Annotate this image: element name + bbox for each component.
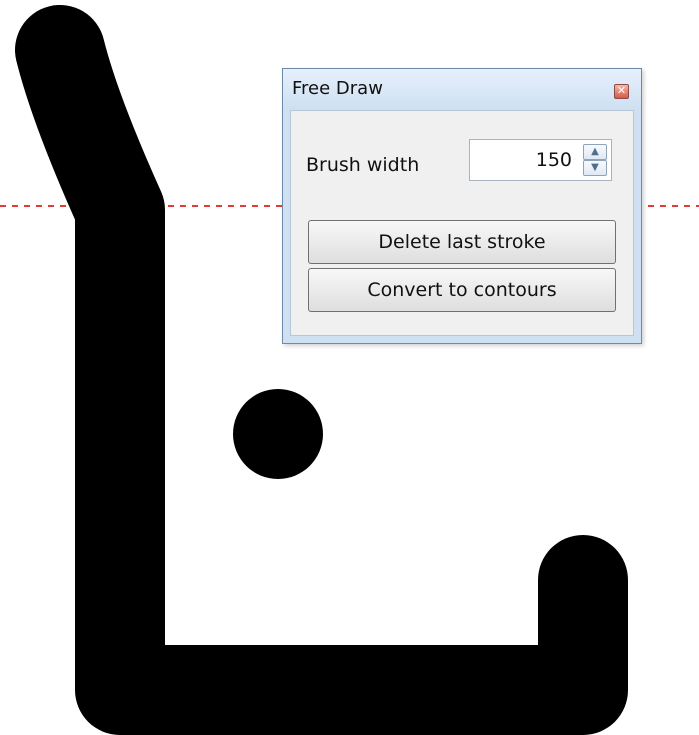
close-icon: ✕ — [616, 84, 627, 97]
chevron-down-icon: ▼ — [591, 162, 599, 173]
brush-width-label: Brush width — [306, 154, 420, 176]
brush-width-spinner[interactable]: 150 ▲ ▼ — [469, 139, 612, 181]
convert-to-contours-label: Convert to contours — [367, 279, 557, 301]
free-draw-dialog: Free Draw ✕ Brush width 150 ▲ ▼ Delete l… — [282, 68, 642, 344]
convert-to-contours-button[interactable]: Convert to contours — [308, 268, 616, 312]
dialog-body: Brush width 150 ▲ ▼ Delete last stroke C… — [290, 110, 634, 336]
brush-dot — [233, 389, 323, 479]
brush-width-value[interactable]: 150 — [536, 149, 572, 171]
spin-down-button[interactable]: ▼ — [583, 160, 607, 176]
chevron-up-icon: ▲ — [591, 146, 599, 157]
delete-last-stroke-label: Delete last stroke — [378, 231, 546, 253]
dialog-title: Free Draw — [292, 78, 383, 99]
dialog-titlebar[interactable]: Free Draw ✕ — [283, 69, 641, 109]
spin-up-button[interactable]: ▲ — [583, 144, 607, 160]
close-button[interactable]: ✕ — [614, 84, 629, 99]
delete-last-stroke-button[interactable]: Delete last stroke — [308, 220, 616, 264]
